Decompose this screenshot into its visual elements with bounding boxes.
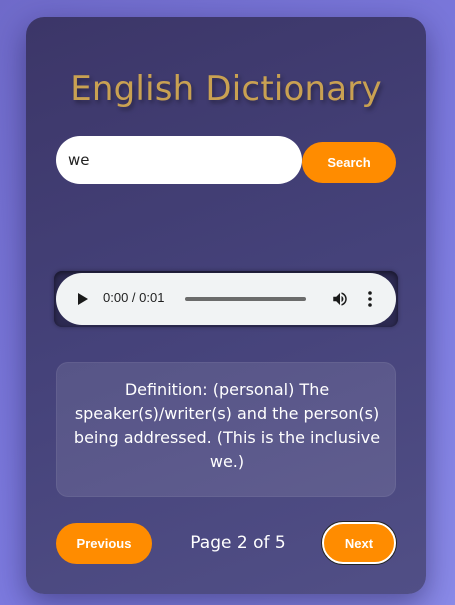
search-button[interactable]: Search bbox=[302, 142, 396, 183]
definition-text: Definition: (personal) The speaker(s)/wr… bbox=[73, 380, 381, 471]
app-title: English Dictionary bbox=[70, 69, 382, 109]
page-indicator: Page 2 of 5 bbox=[190, 533, 286, 553]
next-button[interactable]: Next bbox=[322, 522, 396, 564]
play-icon[interactable] bbox=[78, 293, 88, 305]
definition-box: Definition: (personal) The speaker(s)/wr… bbox=[56, 362, 396, 497]
more-options-icon[interactable] bbox=[362, 290, 378, 308]
dictionary-card: English Dictionary Search 0:00 / 0:01 bbox=[26, 17, 426, 594]
volume-icon[interactable] bbox=[331, 290, 349, 308]
audio-time-display: 0:00 / 0:01 bbox=[103, 290, 165, 305]
audio-container: 0:00 / 0:01 bbox=[54, 271, 398, 327]
audio-progress-bar[interactable] bbox=[185, 297, 306, 301]
previous-button[interactable]: Previous bbox=[56, 523, 152, 564]
search-input[interactable] bbox=[56, 136, 302, 184]
audio-player[interactable]: 0:00 / 0:01 bbox=[56, 273, 396, 325]
